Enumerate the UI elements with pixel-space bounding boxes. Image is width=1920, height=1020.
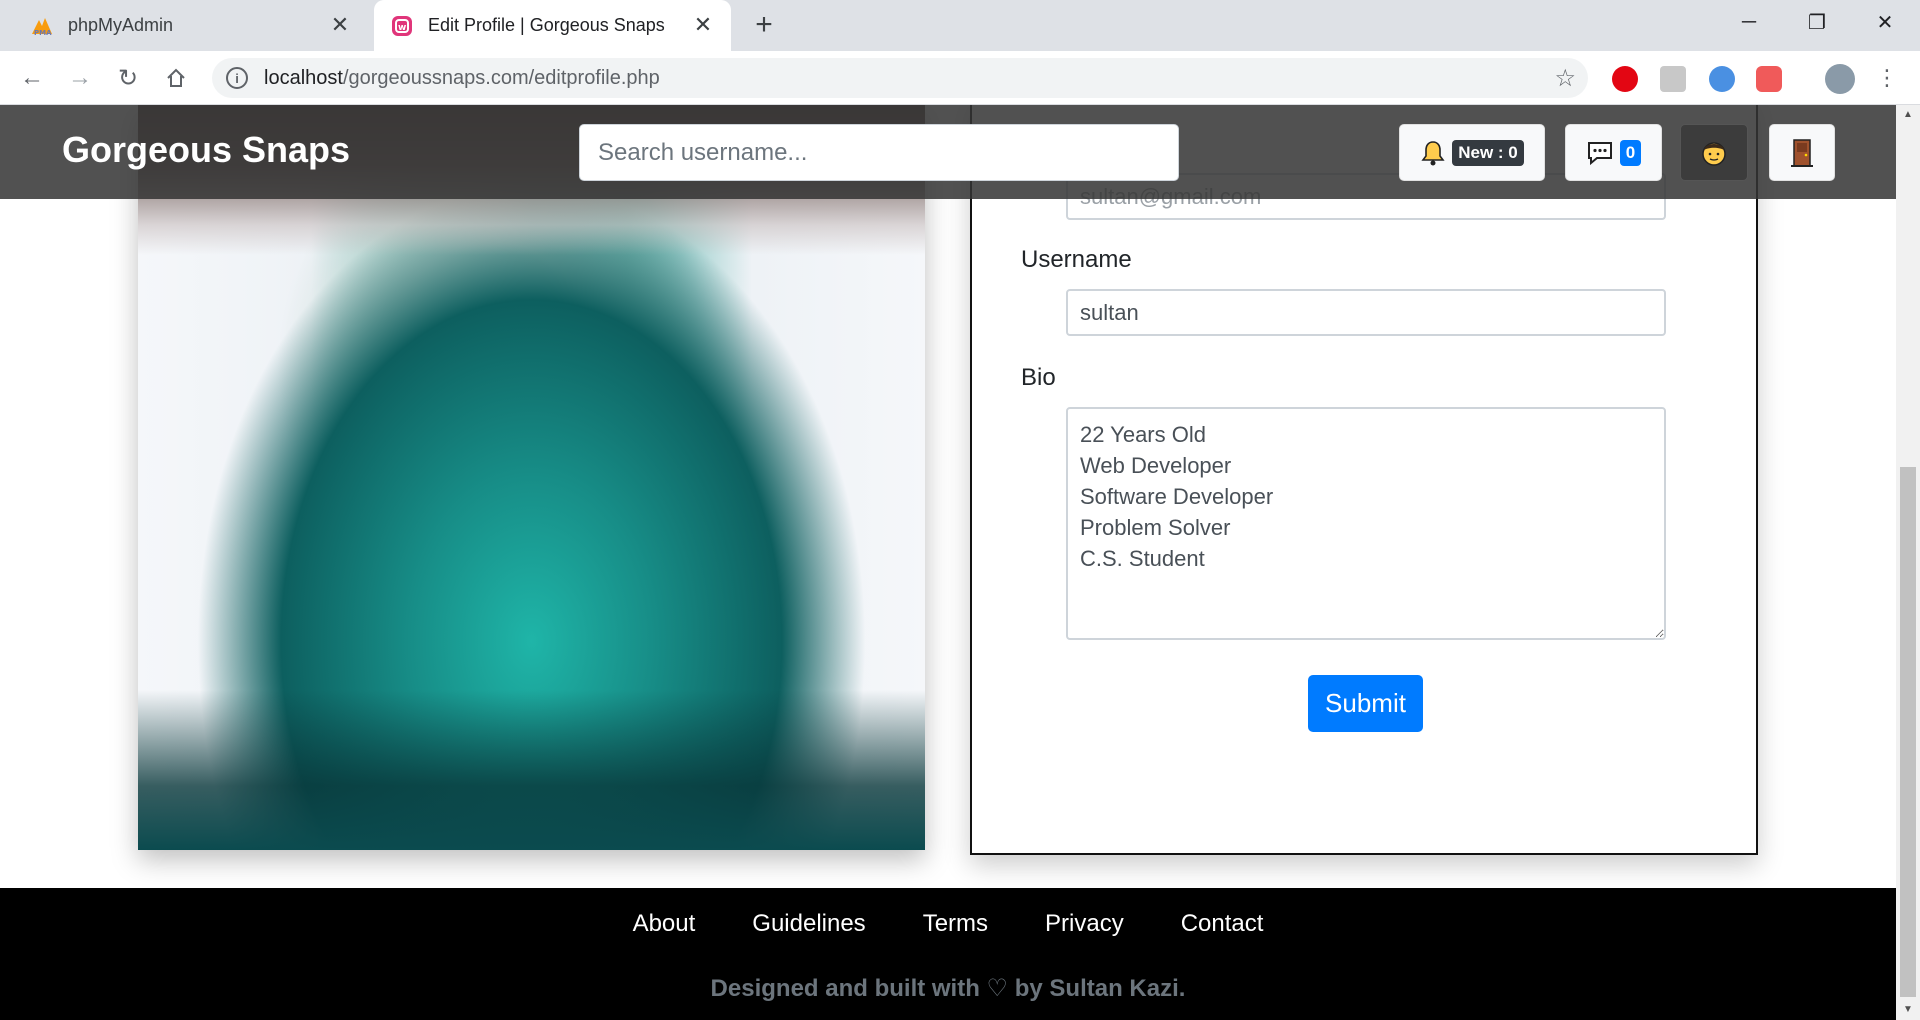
scrollbar-thumb[interactable] [1900,467,1916,997]
page-scrollbar[interactable]: ▲ ▼ [1896,105,1920,1020]
address-bar[interactable]: i localhost/gorgeoussnaps.com/editprofil… [212,58,1588,98]
restore-window-icon[interactable]: ❐ [1782,0,1852,44]
back-arrow-icon[interactable]: ← [15,61,49,95]
close-tab-icon[interactable]: ✕ [691,13,715,37]
person-face-icon [1702,141,1726,166]
edit-profile-form: sultan@gmail.com Username sultan Bio Sub… [970,105,1758,855]
footer-link-guidelines[interactable]: Guidelines [752,910,865,938]
url-host: localhost [264,66,343,89]
profile-button[interactable] [1680,124,1748,181]
url-text: localhost/gorgeoussnaps.com/editprofile.… [264,67,660,90]
svg-text:w: w [398,23,406,33]
notifications-button[interactable]: New : 0 [1399,124,1545,181]
profile-photo [138,105,925,850]
tab-phpmyadmin[interactable]: PMA phpMyAdmin ✕ [0,0,368,51]
profile-avatar-icon[interactable] [1825,64,1855,94]
opera-extension-icon[interactable] [1612,66,1638,92]
site-info-icon[interactable]: i [226,67,248,89]
browser-toolbar: ← → ↻ i localhost/gorgeoussnaps.com/edit… [0,51,1920,105]
cube-extension-icon[interactable] [1660,66,1686,92]
photo-water [138,690,925,850]
tab-edit-profile[interactable]: w Edit Profile | Gorgeous Snaps ✕ [374,0,731,51]
scroll-up-arrow-icon[interactable]: ▲ [1896,105,1920,125]
site-footer: About Guidelines Terms Privacy Contact D… [0,888,1896,1020]
close-tab-icon[interactable]: ✕ [328,13,352,37]
submit-button[interactable]: Submit [1308,675,1423,732]
gorgeous-snaps-favicon-icon: w [390,14,414,38]
shield-extension-icon[interactable] [1756,66,1782,92]
footer-link-terms[interactable]: Terms [923,910,988,938]
logout-button[interactable] [1769,124,1835,181]
reload-icon[interactable]: ↻ [111,61,145,95]
footer-link-contact[interactable]: Contact [1181,910,1264,938]
globe-extension-icon[interactable] [1709,66,1735,92]
footer-links: About Guidelines Terms Privacy Contact [0,910,1896,938]
bell-icon [1421,140,1445,165]
search-input[interactable] [579,124,1179,181]
home-icon[interactable] [159,61,193,95]
new-tab-button[interactable]: + [748,8,780,42]
messages-badge: 0 [1619,139,1642,166]
browser-tab-strip: PMA phpMyAdmin ✕ w Edit Profile | Gorgeo… [0,0,1920,51]
site-navbar: Gorgeous Snaps New : 0 0 [0,105,1896,199]
forward-arrow-icon[interactable]: → [63,61,97,95]
bio-textarea[interactable] [1066,407,1666,640]
svg-text:PMA: PMA [34,29,52,36]
browser-menu-icon[interactable]: ⋮ [1870,61,1904,95]
tab-title: phpMyAdmin [68,15,174,35]
star-icon[interactable]: ☆ [1554,64,1576,93]
scroll-down-arrow-icon[interactable]: ▼ [1896,1000,1920,1020]
url-path: /gorgeoussnaps.com/editprofile.php [342,66,660,89]
username-field[interactable]: sultan [1066,289,1666,336]
close-window-icon[interactable]: ✕ [1850,0,1920,44]
footer-link-about[interactable]: About [633,910,696,938]
door-icon [1791,138,1813,167]
footer-credit: Designed and built with ♡ by Sultan Kazi… [710,975,1186,1002]
notifications-badge: New : 0 [1452,139,1524,166]
brand-logo[interactable]: Gorgeous Snaps [62,129,350,171]
messages-button[interactable]: 0 [1565,124,1662,181]
footer-link-privacy[interactable]: Privacy [1045,910,1124,938]
chat-icon [1587,141,1612,165]
page-viewport: sultan@gmail.com Username sultan Bio Sub… [0,105,1896,1020]
bio-label: Bio [1021,364,1056,391]
tab-title: Edit Profile | Gorgeous Snaps [428,15,665,35]
phpmyadmin-favicon-icon: PMA [30,14,54,38]
minimize-window-icon[interactable]: ─ [1714,0,1784,44]
username-label: Username [1021,246,1132,273]
